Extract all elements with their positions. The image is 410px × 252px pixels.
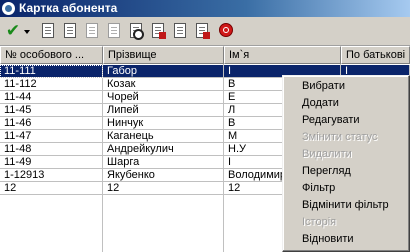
context-menu: Вибрати Додати Редагувати Змінити статус… <box>282 75 410 252</box>
cell-account-no[interactable]: 11-48 <box>0 143 103 156</box>
cell-surname[interactable]: Чорей <box>103 91 224 104</box>
menu-item-add[interactable]: Додати <box>286 95 407 112</box>
print-icon[interactable] <box>152 23 166 39</box>
cell-account-no[interactable]: 11-111 <box>0 65 103 78</box>
cell-surname[interactable]: Шарга <box>103 156 224 169</box>
menu-item-history: Історія <box>302 216 337 228</box>
grid-header: № особового ... Прізвище Ім`я По батьков… <box>0 46 410 64</box>
copy-document-icon[interactable] <box>86 23 98 38</box>
menu-item-filter[interactable]: Фільтр <box>286 180 407 197</box>
title-bar[interactable]: Картка абонента <box>0 0 410 17</box>
column-header-patronymic[interactable]: По батькові <box>341 46 410 64</box>
cell-account-no[interactable]: 11-46 <box>0 117 103 130</box>
cell-account-no[interactable]: 11-45 <box>0 104 103 117</box>
edit-document-icon[interactable] <box>64 23 76 38</box>
import-icon[interactable] <box>196 23 210 39</box>
cell-account-no[interactable]: 11-44 <box>0 91 103 104</box>
cell-surname[interactable]: Липей <box>103 104 224 117</box>
export-icon[interactable] <box>174 23 186 38</box>
subscriber-card-window: Картка абонента ✔ № особового ... Прізви… <box>0 0 410 252</box>
column-header-account-no[interactable]: № особового ... <box>0 46 103 64</box>
cell-account-no[interactable]: 11-49 <box>0 156 103 169</box>
column-header-surname[interactable]: Прізвище <box>103 46 224 64</box>
cell-account-no[interactable]: 11-112 <box>0 78 103 91</box>
cell-surname[interactable]: Габор <box>103 65 224 78</box>
app-icon <box>2 2 15 15</box>
cell-surname[interactable]: 12 <box>103 182 224 195</box>
cell-surname[interactable]: Нинчук <box>103 117 224 130</box>
dropdown-arrow-icon[interactable] <box>23 22 31 40</box>
menu-item-select[interactable]: Вибрати <box>286 78 407 95</box>
cell-account-no[interactable]: 11-47 <box>0 130 103 143</box>
menu-item-cancel-filter[interactable]: Відмінити фільтр <box>286 197 407 214</box>
column-header-first-name[interactable]: Ім`я <box>224 46 341 64</box>
cell-surname[interactable]: Козак <box>103 78 224 91</box>
cell-surname[interactable]: Якубенко <box>103 169 224 182</box>
cell-account-no[interactable]: 12 <box>0 182 103 195</box>
close-stop-icon[interactable] <box>219 23 233 37</box>
menu-item-refresh[interactable]: Відновити <box>286 231 407 248</box>
delete-document-icon[interactable] <box>108 23 120 38</box>
menu-item-edit[interactable]: Редагувати <box>286 112 407 129</box>
find-icon[interactable] <box>130 23 144 40</box>
new-document-icon[interactable] <box>42 23 54 38</box>
menu-item-change-status: Змінити статус <box>302 131 378 143</box>
menu-item-delete: Видалити <box>302 148 352 160</box>
cell-surname[interactable]: Каганець <box>103 130 224 143</box>
toolbar: ✔ <box>0 17 410 46</box>
menu-item-view[interactable]: Перегляд <box>286 163 407 180</box>
window-title: Картка абонента <box>19 1 118 15</box>
checkmark-icon[interactable]: ✔ <box>4 22 22 40</box>
cell-surname[interactable]: Андрейкулич <box>103 143 224 156</box>
cell-account-no[interactable]: 1-12913 <box>0 169 103 182</box>
